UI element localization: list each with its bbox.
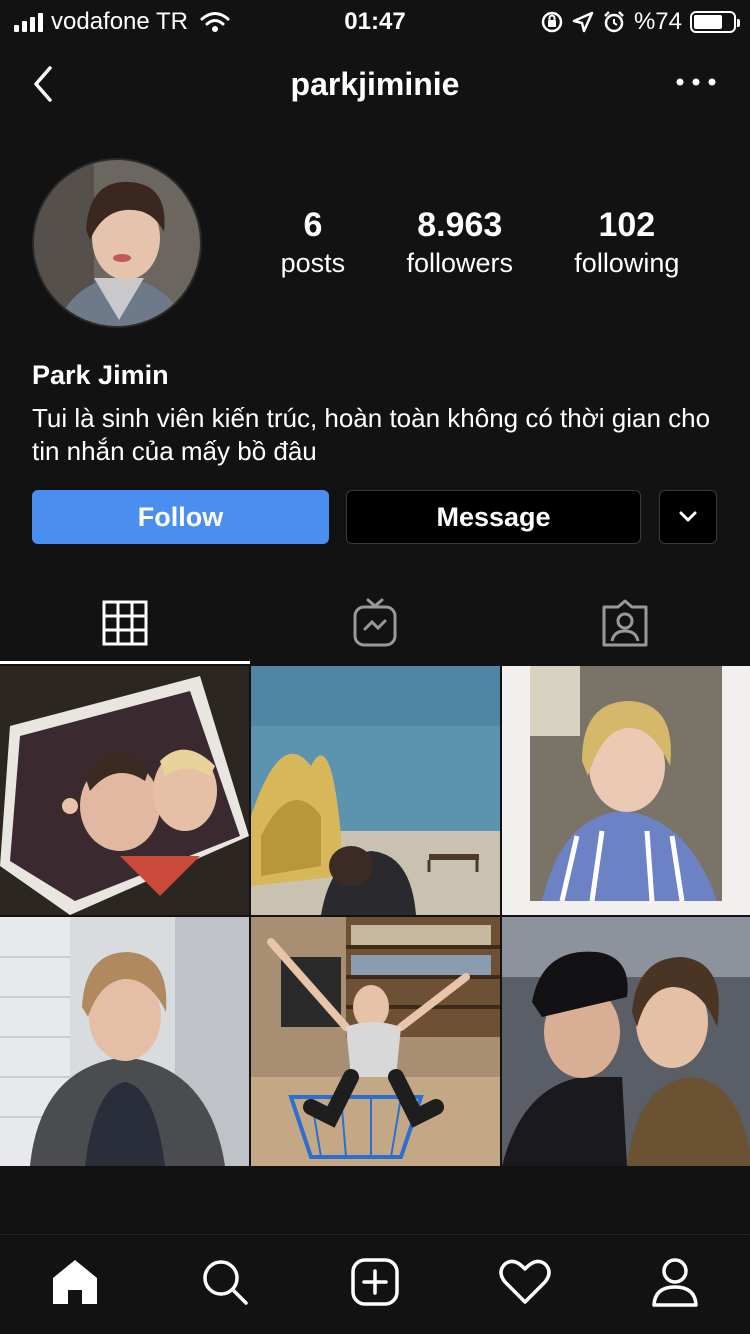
nav-search[interactable]: [190, 1247, 260, 1317]
following-count: 102: [598, 206, 656, 244]
tagged-icon: [602, 599, 648, 647]
orientation-lock-icon: [541, 11, 563, 33]
battery-icon: [690, 11, 740, 33]
profile-tabs: [0, 582, 750, 664]
home-icon: [53, 1259, 97, 1304]
post-thumbnail-5[interactable]: [251, 917, 500, 1166]
nav-home[interactable]: [40, 1247, 110, 1317]
posts-count: 6: [303, 206, 323, 244]
followers-count: 8.963: [417, 206, 503, 244]
tab-posts-grid[interactable]: [0, 582, 250, 664]
posts-stat[interactable]: 6 posts: [281, 205, 346, 281]
followers-label: followers: [406, 248, 514, 278]
following-label: following: [574, 248, 680, 278]
nav-profile[interactable]: [640, 1247, 710, 1317]
more-options-icon[interactable]: [672, 70, 720, 94]
suggested-accounts-button[interactable]: [659, 490, 717, 544]
chevron-down-icon: [679, 511, 697, 522]
follow-button[interactable]: Follow: [32, 490, 329, 544]
following-stat[interactable]: 102 following: [574, 205, 679, 281]
new-post-icon: [351, 1257, 399, 1306]
post-thumbnail-6[interactable]: [502, 917, 750, 1166]
post-thumbnail-4[interactable]: [0, 917, 249, 1166]
battery-percent: %74: [633, 8, 682, 35]
location-arrow-icon: [572, 11, 594, 33]
profile-full-name: Park Jimin: [32, 360, 169, 390]
posts-label: posts: [280, 248, 346, 278]
message-button[interactable]: Message: [346, 490, 641, 544]
post-thumbnail-3[interactable]: [502, 666, 750, 915]
profile-avatar[interactable]: [32, 158, 202, 328]
status-bar: vodafone TR 01:47 %74: [0, 0, 750, 40]
igtv-icon: [353, 598, 397, 647]
tab-tagged[interactable]: [500, 582, 750, 664]
activity-heart-icon: [499, 1259, 551, 1304]
tab-igtv[interactable]: [250, 582, 500, 664]
profile-icon: [652, 1257, 698, 1307]
nav-new-post[interactable]: [340, 1247, 410, 1317]
grid-icon: [102, 600, 148, 646]
posts-grid: [0, 666, 750, 1166]
post-thumbnail-2[interactable]: [251, 666, 500, 915]
followers-stat[interactable]: 8.963 followers: [406, 205, 513, 281]
search-icon: [203, 1259, 248, 1305]
battery-fill: [694, 15, 723, 29]
alarm-icon: [604, 11, 624, 33]
navigation-bar: parkjiminie: [0, 52, 750, 116]
nav-activity[interactable]: [490, 1247, 560, 1317]
profile-username: parkjiminie: [290, 66, 460, 102]
bottom-tab-bar: [0, 1234, 750, 1334]
post-thumbnail-1[interactable]: [0, 666, 249, 915]
profile-stats: 6 posts 8.963 followers 102 following: [250, 205, 710, 281]
profile-bio: Tui là sinh viên kiến trúc, hoàn toàn kh…: [32, 403, 711, 466]
